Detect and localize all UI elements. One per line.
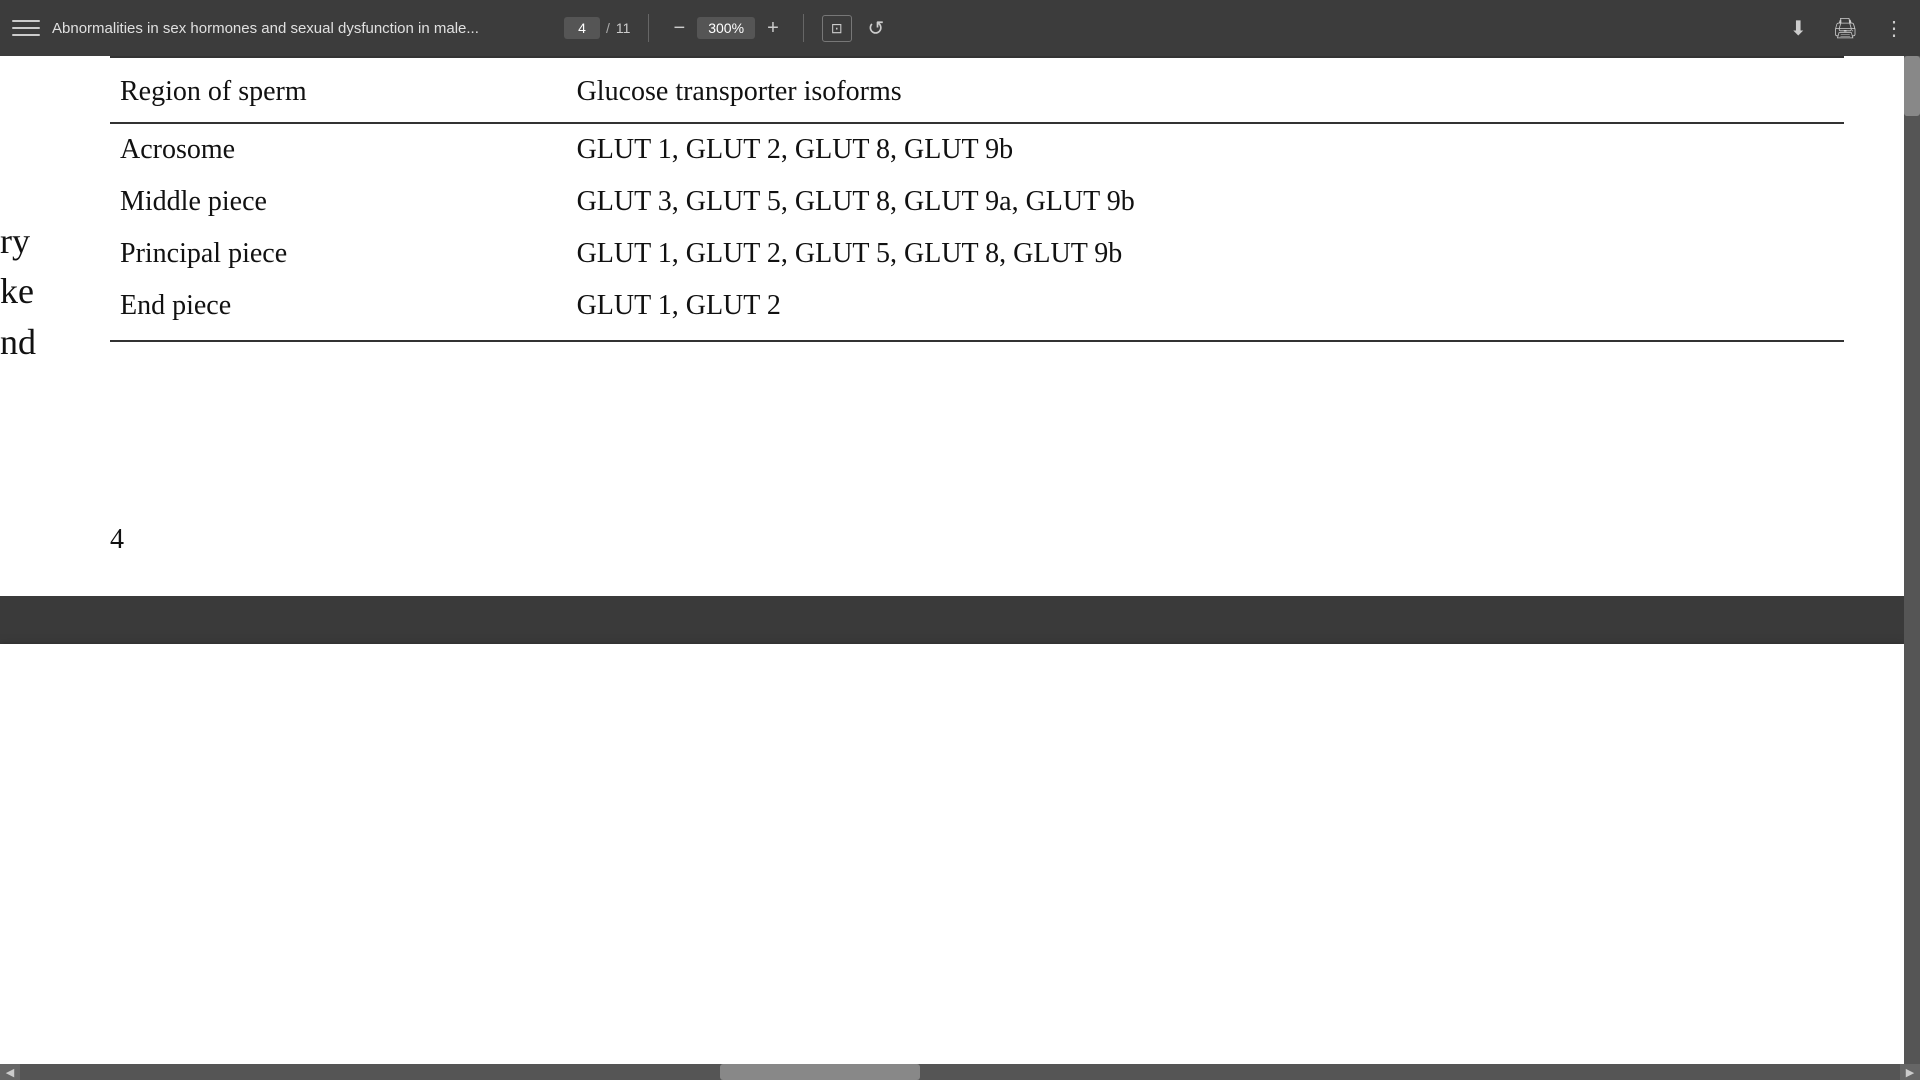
- cut-text-left: ry ke nd: [0, 216, 36, 367]
- cut-line-1: ry: [0, 216, 36, 266]
- region-cell: Principal piece: [110, 228, 567, 280]
- main-content: ry ke nd Region of sperm Glucose transpo…: [0, 56, 1920, 1080]
- toolbar: Abnormalities in sex hormones and sexual…: [0, 0, 1920, 56]
- region-cell: Middle piece: [110, 176, 567, 228]
- vertical-scrollbar[interactable]: [1904, 56, 1920, 1080]
- page-gap: [0, 596, 1920, 644]
- isoforms-cell: GLUT 3, GLUT 5, GLUT 8, GLUT 9a, GLUT 9b: [567, 176, 1844, 228]
- table-row: Middle pieceGLUT 3, GLUT 5, GLUT 8, GLUT…: [110, 176, 1844, 228]
- zoom-in-button[interactable]: +: [761, 16, 785, 40]
- bottom-page-content: Acta Histochemica 125 (2023) 151974: [0, 644, 1904, 1080]
- table-row: Principal pieceGLUT 1, GLUT 2, GLUT 5, G…: [110, 228, 1844, 280]
- pdf-page-top: ry ke nd Region of sperm Glucose transpo…: [0, 56, 1904, 596]
- horizontal-scrollbar-thumb[interactable]: [720, 1064, 920, 1080]
- page-input[interactable]: [564, 17, 600, 39]
- page-separator: /: [606, 20, 610, 36]
- divider-1: [648, 14, 649, 42]
- pdf-page-bottom: Acta Histochemica 125 (2023) 151974: [0, 644, 1904, 1080]
- scroll-right-button[interactable]: ▶: [1900, 1064, 1920, 1080]
- scroll-left-button[interactable]: ◀: [0, 1064, 20, 1080]
- divider-2: [803, 14, 804, 42]
- horizontal-scrollbar-track[interactable]: [20, 1064, 1900, 1080]
- fit-page-button[interactable]: ⊡: [822, 15, 852, 42]
- vertical-scrollbar-thumb[interactable]: [1904, 56, 1920, 116]
- toolbar-right: ⬇ 🖨 ⋮: [1786, 12, 1908, 45]
- cut-line-2: ke: [0, 266, 36, 316]
- region-cell: End piece: [110, 280, 567, 341]
- zoom-out-button[interactable]: −: [667, 16, 691, 40]
- region-cell: Acrosome: [110, 123, 567, 176]
- menu-icon[interactable]: [12, 14, 40, 42]
- table-row: End pieceGLUT 1, GLUT 2: [110, 280, 1844, 341]
- isoforms-cell: GLUT 1, GLUT 2, GLUT 5, GLUT 8, GLUT 9b: [567, 228, 1844, 280]
- download-button[interactable]: ⬇: [1786, 12, 1811, 45]
- zoom-controls: − +: [667, 16, 784, 40]
- col1-header: Region of sperm: [110, 57, 567, 123]
- more-options-button[interactable]: ⋮: [1880, 12, 1908, 45]
- document-title: Abnormalities in sex hormones and sexual…: [52, 20, 552, 37]
- rotate-button[interactable]: ↺: [864, 12, 889, 45]
- table-row: AcrosomeGLUT 1, GLUT 2, GLUT 8, GLUT 9b: [110, 123, 1844, 176]
- print-button[interactable]: 🖨: [1829, 12, 1862, 45]
- page-navigation: / 11: [564, 17, 630, 39]
- page-number: 4: [110, 524, 124, 556]
- cut-line-3: nd: [0, 317, 36, 367]
- col2-header: Glucose transporter isoforms: [567, 57, 1844, 123]
- isoforms-cell: GLUT 1, GLUT 2: [567, 280, 1844, 341]
- isoforms-cell: GLUT 1, GLUT 2, GLUT 8, GLUT 9b: [567, 123, 1844, 176]
- sperm-table: Region of sperm Glucose transporter isof…: [110, 56, 1844, 342]
- zoom-input[interactable]: [697, 17, 755, 39]
- horizontal-scrollbar[interactable]: ◀ ▶: [0, 1064, 1920, 1080]
- page-total: 11: [616, 20, 631, 36]
